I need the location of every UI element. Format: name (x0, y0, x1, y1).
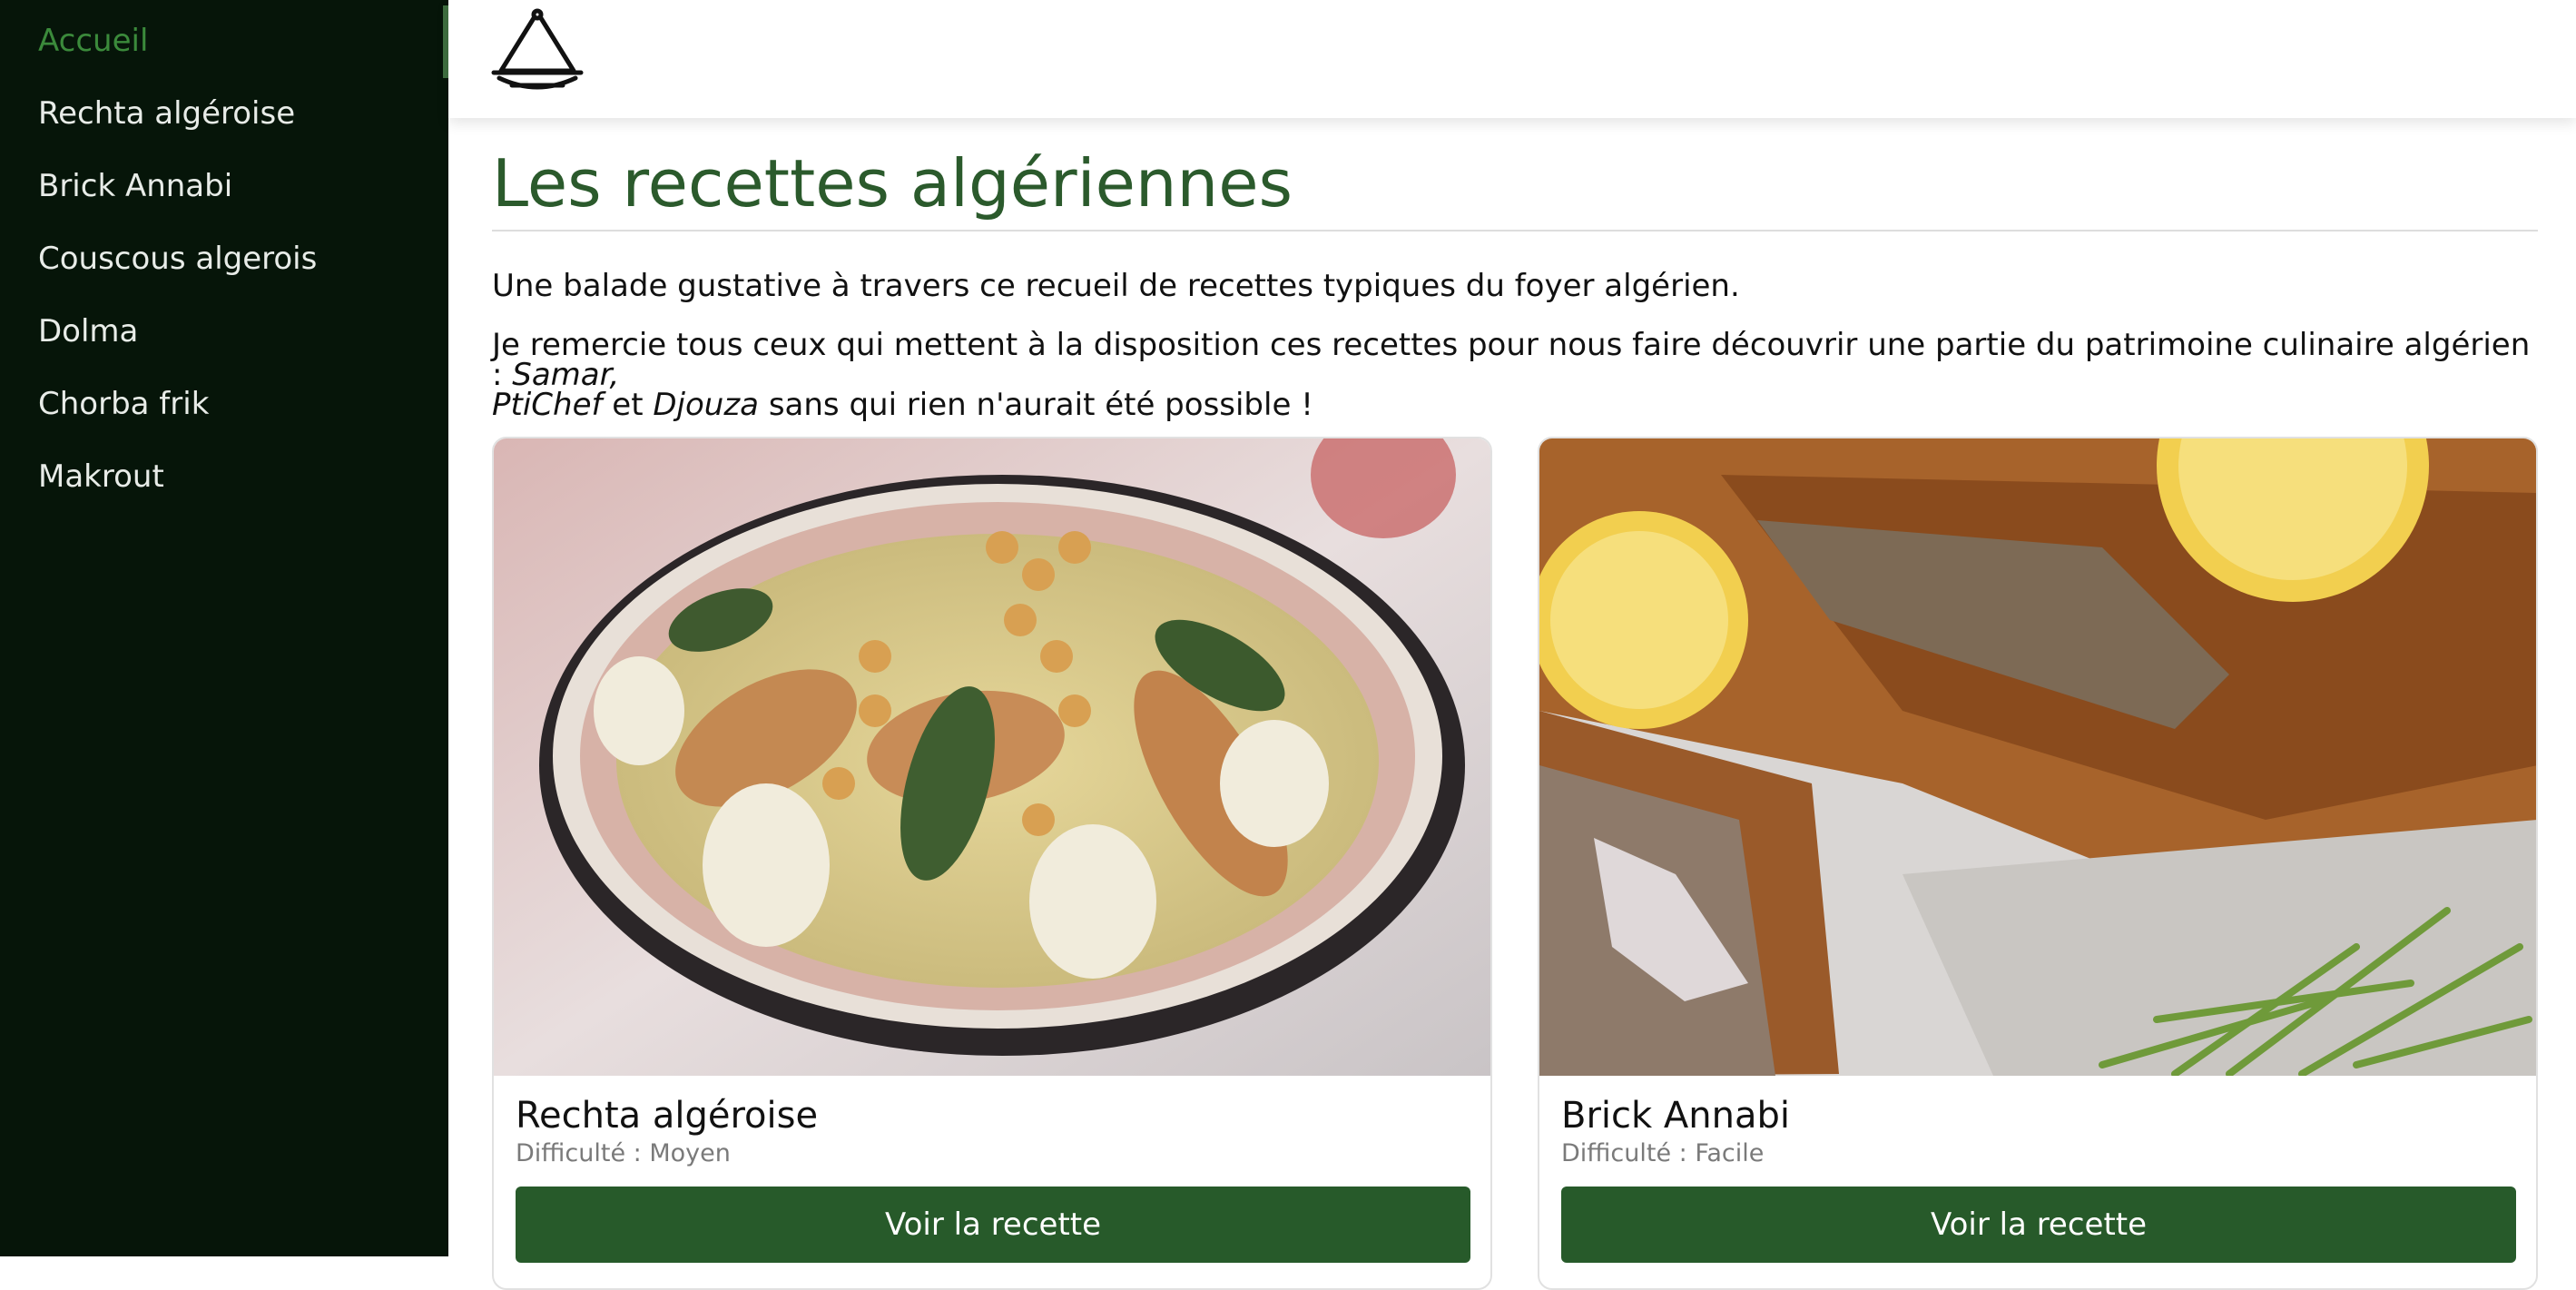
sidebar-item-rechta[interactable]: Rechta algéroise (38, 98, 295, 129)
sidebar-item-couscous[interactable]: Couscous algerois (38, 243, 317, 274)
thanks-prefix: Je remercie tous ceux qui mettent à la d… (492, 327, 2531, 393)
view-recipe-button[interactable]: Voir la recette (516, 1187, 1470, 1263)
recipe-card-rechta: Rechta algéroise Difficulté : Moyen Voir… (492, 437, 1492, 1290)
brick-annabi-photo[interactable] (1539, 438, 2538, 1076)
intro-text: Une balade gustative à travers ce recuei… (492, 268, 1740, 304)
sidebar-item-makrout[interactable]: Makrout (38, 461, 164, 492)
thanks-name-djouza: Djouza (653, 387, 760, 423)
sidebar-item-accueil[interactable]: Accueil (38, 25, 148, 56)
thanks-mid: et (602, 387, 654, 423)
sidebar: Accueil Rechta algéroise Brick Annabi Co… (0, 0, 448, 1256)
card-difficulty: Difficulté : Facile (1561, 1139, 1765, 1167)
tajine-icon[interactable] (490, 7, 585, 94)
recipe-card-brick-annabi: Brick Annabi Difficulté : Facile Voir la… (1538, 437, 2538, 1290)
rechta-dish-photo[interactable] (494, 438, 1492, 1076)
thanks-suffix: sans qui rien n'aurait été possible ! (759, 387, 1313, 423)
sidebar-item-brick-annabi[interactable]: Brick Annabi (38, 171, 232, 202)
page-title: Les recettes algériennes (492, 145, 1293, 222)
thanks-text: Je remercie tous ceux qui mettent à la d… (492, 330, 2543, 420)
sidebar-item-chorba-frik[interactable]: Chorba frik (38, 389, 209, 419)
sidebar-item-dolma[interactable]: Dolma (38, 316, 138, 347)
card-title: Rechta algéroise (516, 1095, 819, 1137)
card-difficulty: Difficulté : Moyen (516, 1139, 731, 1167)
view-recipe-button[interactable]: Voir la recette (1561, 1187, 2516, 1263)
card-title: Brick Annabi (1561, 1095, 1790, 1137)
top-bar (448, 0, 2576, 118)
thanks-name-ptichef: PtiChef (492, 387, 603, 423)
title-divider (492, 230, 2538, 231)
